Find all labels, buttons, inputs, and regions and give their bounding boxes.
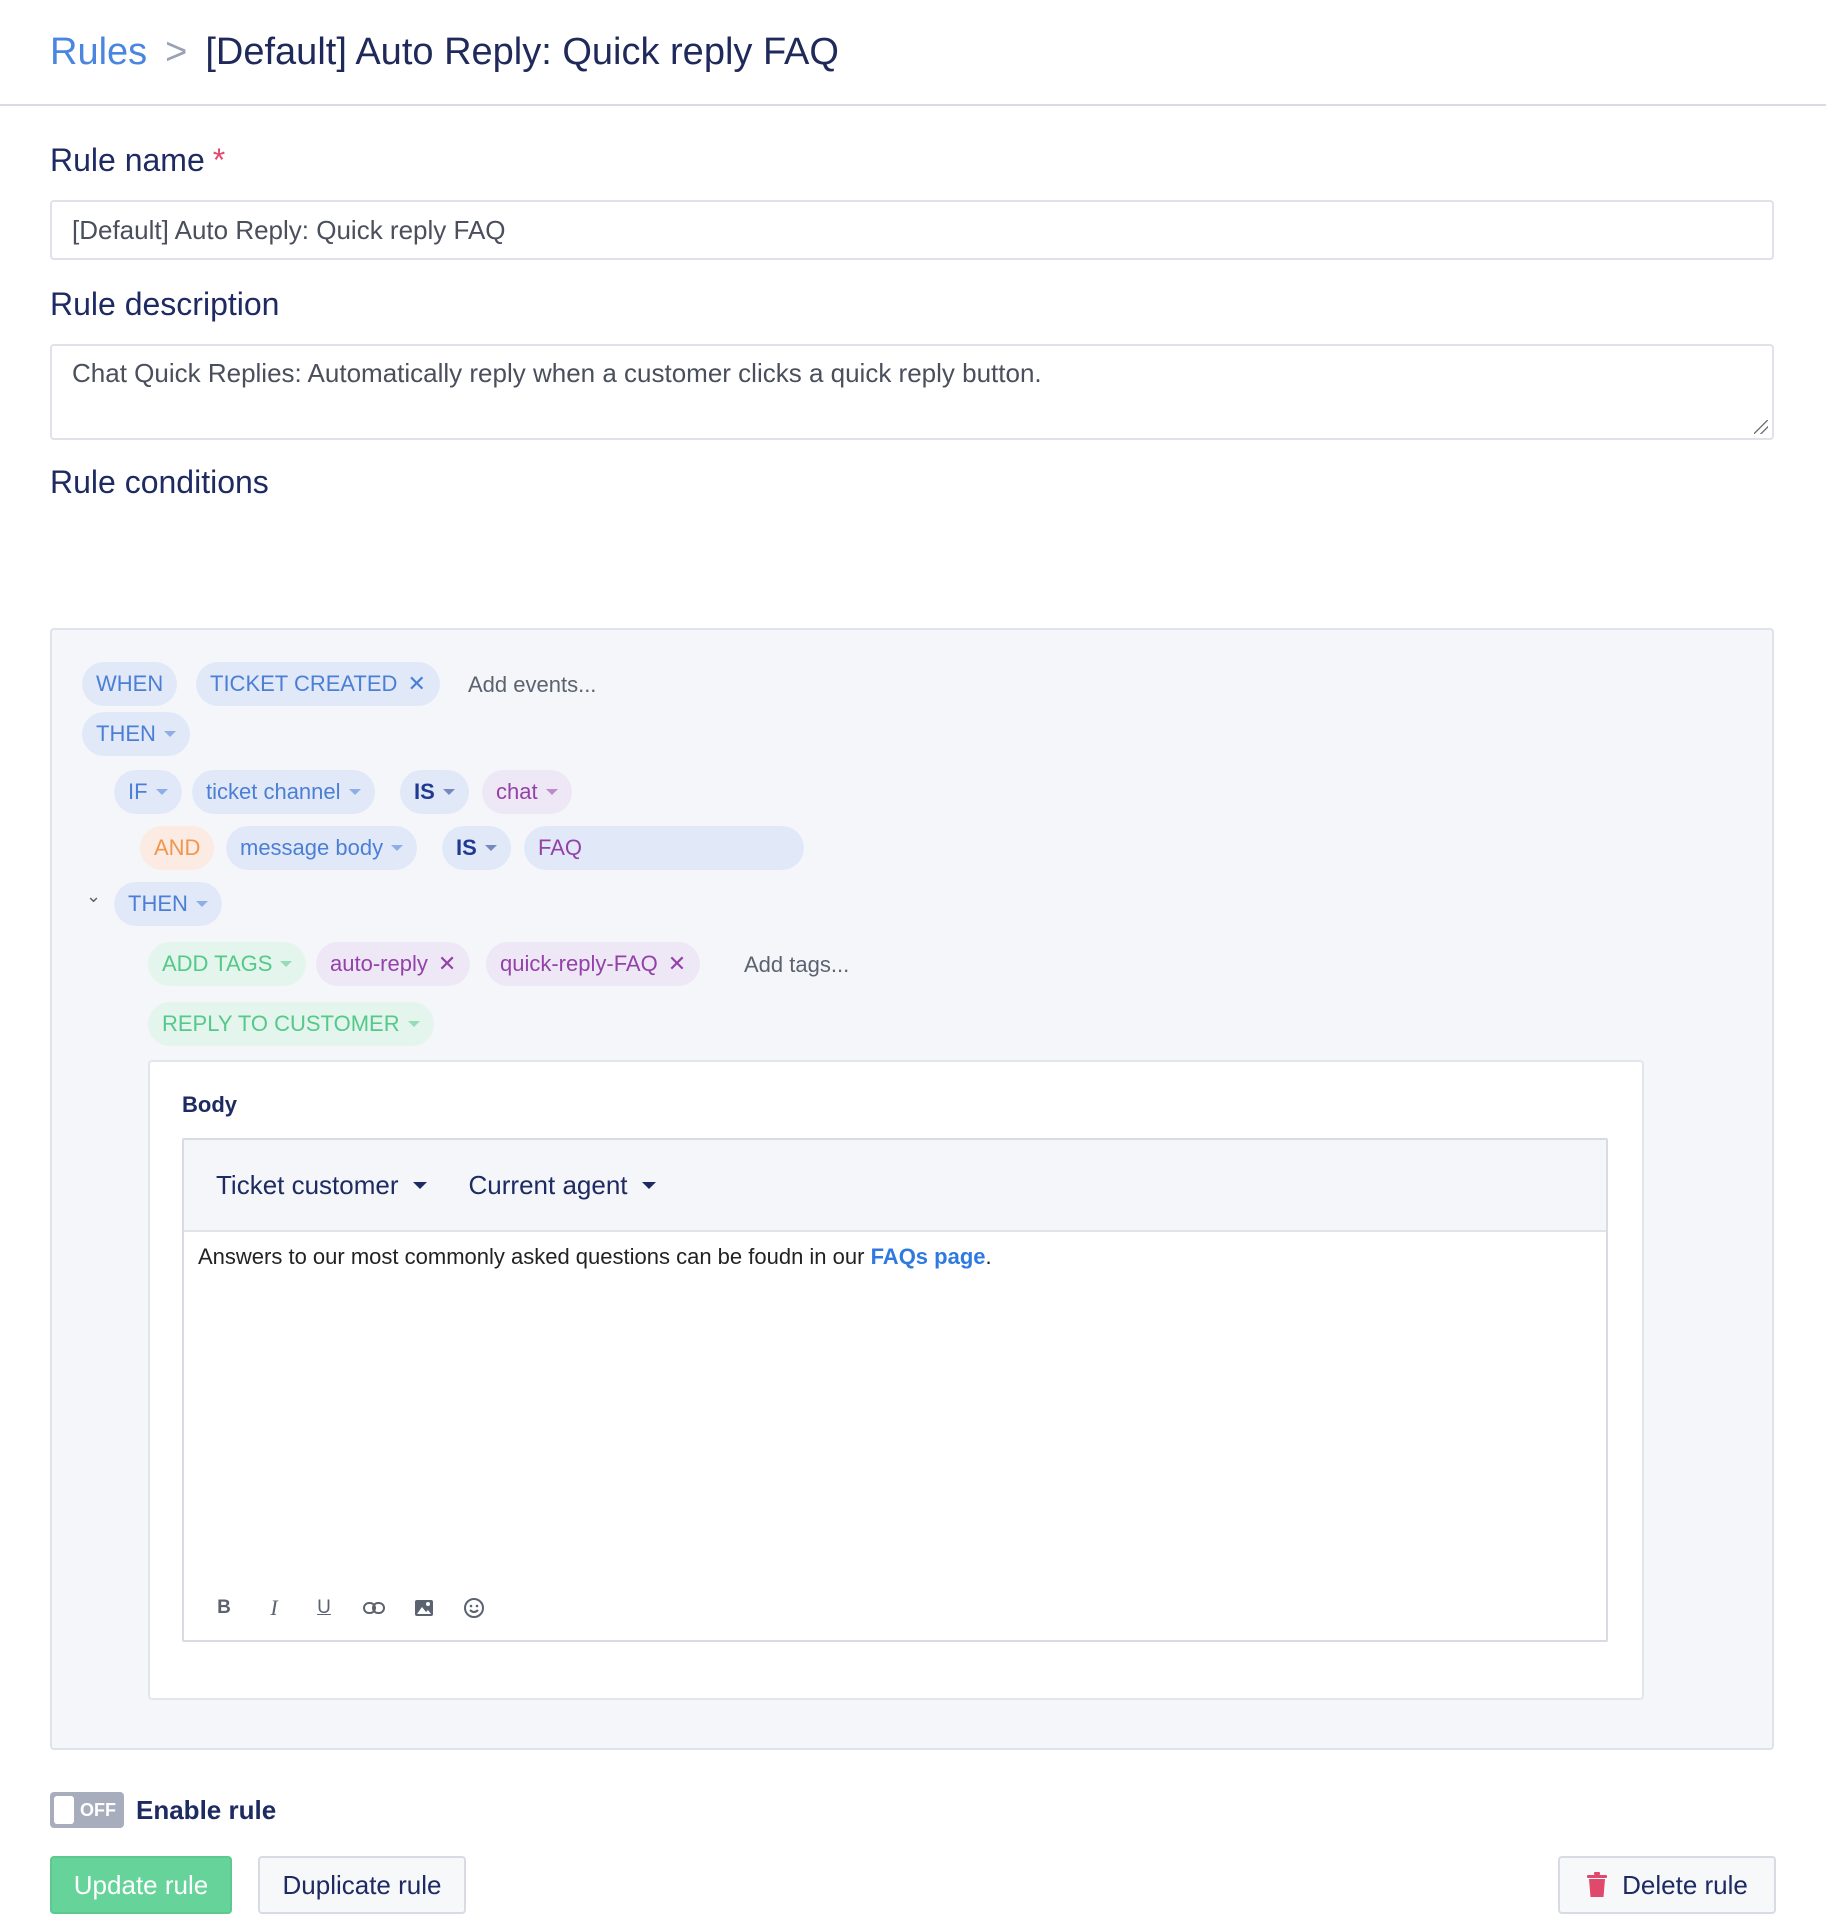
close-icon[interactable]: ✕ [438,951,456,977]
rule-conditions-label: Rule conditions [50,464,269,500]
dropdown-label: Ticket customer [216,1169,399,1200]
caret-down-icon [407,1021,420,1027]
then-dropdown[interactable]: THEN [82,712,190,756]
body-label: Body [182,1092,237,1117]
add-tags-input[interactable]: Add tags... [744,952,849,978]
condition-field-dropdown-2[interactable]: message body [226,826,418,870]
caret-down-icon [163,731,176,737]
rule-name-label: Rule name * [50,142,225,179]
current-agent-dropdown[interactable]: Current agent [469,1170,656,1201]
rule-name-label-text: Rule name [50,142,205,178]
link-icon[interactable] [360,1594,388,1622]
caret-down-icon [442,789,455,795]
toggle-knob [54,1796,74,1824]
condition-operator-label: IS [414,779,435,804]
if-label: IF [128,779,148,804]
enable-rule-label: Enable rule [136,1795,277,1825]
editor-content[interactable]: Answers to our most commonly asked quest… [198,1244,992,1270]
update-rule-label: Update rule [73,1869,209,1900]
duplicate-rule-label: Duplicate rule [282,1869,442,1900]
rich-text-editor[interactable]: Ticket customer Current agent Answers to… [182,1138,1608,1642]
event-tag-ticket-created: TICKET CREATED ✕ [196,662,440,706]
caret-down-icon [195,901,208,907]
condition-value-label: FAQ [538,835,583,860]
condition-field-label: message body [240,835,384,860]
editor-variables-toolbar: Ticket customer Current agent [184,1140,1606,1232]
editor-text-end: . [985,1244,992,1269]
condition-value-input-2[interactable]: FAQ [524,826,804,870]
condition-field-dropdown[interactable]: ticket channel [192,770,375,814]
breadcrumb: Rules > [Default] Auto Reply: Quick repl… [0,0,1826,106]
add-events-input[interactable]: Add events... [468,672,596,698]
page-title: [Default] Auto Reply: Quick reply FAQ [205,30,839,73]
caret-down-icon [641,1181,656,1189]
editor-text: Answers to our most commonly asked quest… [198,1244,871,1269]
rule-name-value: [Default] Auto Reply: Quick reply FAQ [72,215,506,245]
delete-rule-label: Delete rule [1622,1869,1748,1900]
duplicate-rule-button[interactable]: Duplicate rule [258,1856,466,1914]
rule-description-label: Rule description [50,286,280,322]
rule-conditions-panel: WHEN TICKET CREATED ✕ Add events... THEN… [50,628,1774,1750]
required-marker: * [212,142,226,178]
emoji-icon[interactable] [460,1594,488,1622]
rule-description-textarea[interactable]: Chat Quick Replies: Automatically reply … [50,344,1774,440]
condition-operator-dropdown-2[interactable]: IS [442,826,511,870]
add-tags-action-dropdown[interactable]: ADD TAGS [148,942,307,986]
toggle-state-label: OFF [80,1799,116,1820]
when-label: WHEN [96,671,164,696]
condition-value-label: chat [496,779,538,804]
rule-description-value: Chat Quick Replies: Automatically reply … [72,358,1042,388]
underline-icon[interactable]: U [310,1594,338,1622]
add-tags-action-label: ADD TAGS [162,951,273,976]
delete-rule-button[interactable]: Delete rule [1558,1856,1776,1914]
caret-down-icon [155,789,168,795]
caret-down-icon [280,961,293,967]
close-icon[interactable]: ✕ [407,671,425,697]
close-icon[interactable]: ✕ [668,951,686,977]
rule-name-input[interactable]: [Default] Auto Reply: Quick reply FAQ [50,200,1774,260]
and-label: AND [154,835,201,860]
condition-operator-label: IS [456,835,477,860]
and-operator[interactable]: AND [140,826,215,870]
ticket-customer-dropdown[interactable]: Ticket customer [216,1170,427,1201]
dropdown-label: Current agent [468,1169,628,1200]
then-label: THEN [128,891,188,916]
caret-down-icon [412,1181,427,1189]
caret-down-icon [391,845,404,851]
reply-action-label: REPLY TO CUSTOMER [162,1011,400,1036]
tag-label: auto-reply [330,951,428,976]
breadcrumb-separator: > [165,30,188,73]
caret-down-icon [545,789,558,795]
image-icon[interactable] [410,1594,438,1622]
tag-chip: quick-reply-FAQ ✕ [486,942,701,986]
faqs-page-link[interactable]: FAQs page [871,1244,986,1269]
chevron-down-icon[interactable]: ⌄ [86,886,101,907]
reply-to-customer-action-dropdown[interactable]: REPLY TO CUSTOMER [148,1002,434,1046]
condition-value-dropdown[interactable]: chat [482,770,572,814]
resize-handle-icon[interactable] [1754,420,1768,434]
reply-body-card: Body Ticket customer Current agent Answe… [148,1060,1644,1700]
formatting-toolbar: B I U [210,1594,488,1622]
caret-down-icon [484,845,497,851]
then-label: THEN [96,721,156,746]
if-dropdown[interactable]: IF [114,770,182,814]
update-rule-button[interactable]: Update rule [50,1856,232,1914]
condition-field-label: ticket channel [206,779,341,804]
caret-down-icon [348,789,361,795]
italic-icon[interactable]: I [260,1594,288,1622]
when-pill: WHEN [82,662,178,706]
breadcrumb-rules-link[interactable]: Rules [50,31,147,74]
event-label: TICKET CREATED [210,671,398,696]
tag-chip: auto-reply ✕ [316,942,471,986]
bold-icon[interactable]: B [210,1594,238,1622]
trash-icon [1586,1872,1608,1898]
condition-operator-dropdown[interactable]: IS [400,770,469,814]
tag-label: quick-reply-FAQ [500,951,658,976]
enable-rule-toggle[interactable]: OFF [50,1792,124,1828]
then-dropdown-2[interactable]: THEN [114,882,222,926]
